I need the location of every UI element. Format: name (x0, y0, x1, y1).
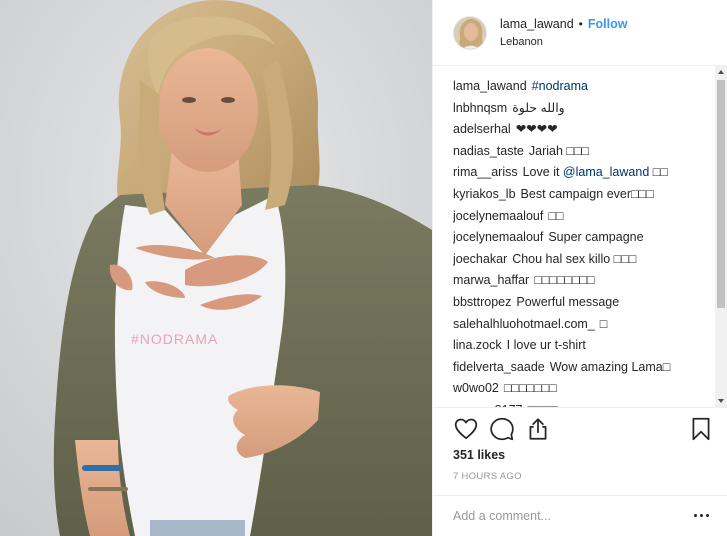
comment-username[interactable]: nadias_taste (453, 144, 524, 158)
comment-username[interactable]: bbsttropez (453, 295, 511, 309)
comment-username[interactable]: adelserhal (453, 122, 511, 136)
comment-item: adelserhal ❤❤❤❤ (453, 119, 727, 141)
likes-count[interactable]: 351 likes (453, 448, 505, 462)
comment-item: salehalhluohotmael.com_ □ (453, 314, 727, 336)
comment-username[interactable]: joechakar (453, 252, 507, 266)
comment-text: □□□□□□□ (503, 381, 557, 396)
save-button[interactable] (688, 416, 714, 442)
scrollbar-thumb[interactable] (717, 80, 725, 308)
like-button[interactable] (453, 416, 479, 442)
comment-mention[interactable]: @lama_lawand (563, 165, 649, 179)
comment-text: Wow amazing Lama□ (549, 359, 671, 374)
comment-username[interactable]: w0wo02 (453, 381, 499, 395)
comment-item: jocelynemaalouf Super campagne (453, 227, 727, 249)
caption: lama_lawand #nodrama (453, 76, 727, 98)
comments-scrollbar[interactable] (715, 66, 727, 407)
comment-item: bbsttropez Powerful message (453, 292, 727, 314)
comment-text: Super campagne (548, 230, 644, 245)
woman-portrait-illustration (0, 0, 432, 536)
comment-item: kyriakos_lb Best campaign ever□□□ (453, 184, 727, 206)
comment-username[interactable]: lnbhnqsm (453, 101, 507, 115)
comment-text: Love it (522, 165, 563, 180)
action-buttons (453, 416, 551, 442)
comment-username[interactable]: jocelynemaalouf (453, 209, 543, 223)
shirt-print-text: #NODRAMA (131, 331, 219, 347)
separator-dot: • (578, 16, 583, 31)
heart-icon (454, 418, 478, 440)
comment-item: fidelverta_saade Wow amazing Lama□ (453, 357, 727, 379)
comment-text: ❤❤❤❤ (515, 122, 558, 137)
comment-text: والله حلوة (512, 100, 565, 115)
comment-username[interactable]: lina.zock (453, 338, 502, 352)
comment-username[interactable]: kyriakos_lb (453, 187, 516, 201)
comment-text: □□□□□□□□ (534, 273, 595, 288)
comment-list: lama_lawand #nodrama lnbhnqsm والله حلوة a… (433, 66, 727, 407)
bookmark-icon (692, 417, 710, 441)
post-photo[interactable]: #NODRAMA (0, 0, 432, 536)
add-comment-input[interactable] (453, 509, 673, 523)
comment-username[interactable]: jocelynemaalouf (453, 230, 543, 244)
comment-username[interactable]: fidelverta_saade (453, 360, 545, 374)
comment-username[interactable]: rima__ariss (453, 165, 518, 179)
comment-item: nadias_taste Jariah □□□ (453, 141, 727, 163)
post-timestamp[interactable]: 7 HOURS AGO (453, 471, 522, 482)
header-username-line: lama_lawand • Follow (500, 16, 627, 32)
comment-item: jocelynemaalouf □□ (453, 206, 727, 228)
comment-button[interactable] (489, 416, 515, 442)
follow-button[interactable]: Follow (588, 16, 628, 32)
instagram-post: #NODRAMA lama_lawand • Follow Lebanon la… (0, 0, 727, 536)
comment-text: I love ur t-shirt (506, 338, 586, 353)
comment-text: Jariah □□□ (528, 143, 590, 158)
add-comment-bar (433, 495, 727, 536)
share-button[interactable] (525, 416, 551, 442)
comment-username[interactable]: salehalhluohotmael.com_ (453, 317, 595, 331)
comment-text: Chou hal sex killo □□□ (512, 251, 637, 266)
header-username[interactable]: lama_lawand (500, 16, 574, 32)
comment-text: Best campaign ever□□□ (520, 186, 654, 201)
post-details-panel: lama_lawand • Follow Lebanon lama_lawand… (432, 0, 727, 536)
location-link[interactable]: Lebanon (500, 34, 627, 50)
scroll-up-arrow-icon[interactable] (715, 66, 727, 78)
header-text: lama_lawand • Follow Lebanon (500, 16, 627, 50)
more-options-icon[interactable] (694, 509, 710, 523)
comment-item: lnbhnqsm والله حلوة (453, 98, 727, 120)
comment-item: lina.zock I love ur t-shirt (453, 335, 727, 357)
comment-item: rima__ariss Love it @lama_lawand □□ (453, 162, 727, 184)
caption-username[interactable]: lama_lawand (453, 79, 527, 93)
comments-section[interactable]: lama_lawand #nodrama lnbhnqsm والله حلوة a… (433, 66, 727, 407)
avatar[interactable] (453, 15, 487, 50)
avatar-image (454, 16, 486, 49)
comment-item: w0wo02 □□□□□□□ (453, 378, 727, 400)
speech-bubble-icon (490, 417, 514, 441)
share-icon (529, 418, 547, 440)
comment-text: □ (599, 316, 608, 331)
comment-item: joechakar Chou hal sex killo □□□ (453, 249, 727, 271)
comment-item: maryon8177□□□□ (453, 400, 727, 407)
comment-item: marwa_haffar □□□□□□□□ (453, 270, 727, 292)
comment-text: □□ (548, 208, 564, 223)
scroll-down-arrow-icon[interactable] (715, 395, 727, 407)
comment-username[interactable]: marwa_haffar (453, 273, 529, 287)
caption-hashtag[interactable]: #nodrama (532, 79, 588, 93)
comment-text: Powerful message (516, 294, 620, 309)
post-header: lama_lawand • Follow Lebanon (433, 0, 727, 66)
comment-text-after: □□ (649, 165, 668, 180)
post-actions-area: 351 likes 7 HOURS AGO (433, 407, 727, 495)
